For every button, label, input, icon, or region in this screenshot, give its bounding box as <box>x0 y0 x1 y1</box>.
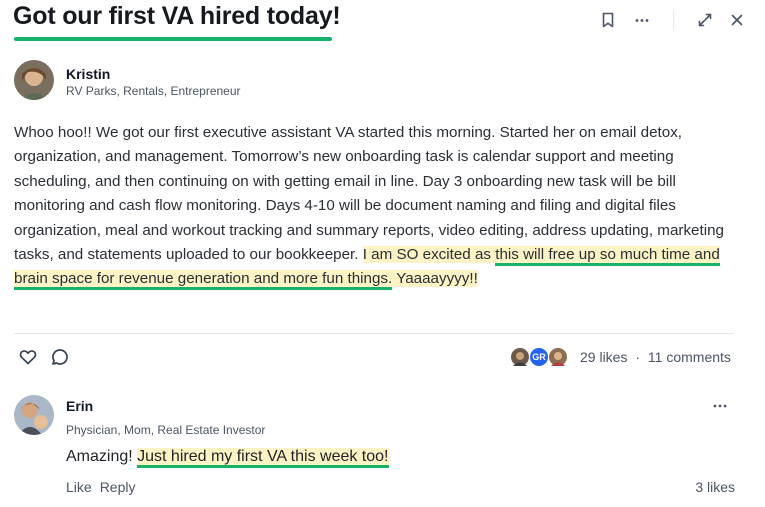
divider <box>14 333 734 334</box>
highlight-text: I am SO excited as <box>362 246 496 264</box>
expand-icon[interactable] <box>696 11 714 29</box>
highlight-text-end: Yaaaayyyy!! <box>392 270 478 288</box>
commenter-name[interactable]: Erin <box>66 398 93 414</box>
comment-text: Amazing! Just hired my first VA this wee… <box>66 448 389 468</box>
post-body: Whoo hoo!! We got our first executive as… <box>14 121 734 292</box>
liker-avatar <box>510 347 530 367</box>
like-button[interactable]: Like <box>66 479 92 495</box>
commenter-avatar[interactable] <box>14 395 54 435</box>
comment-text-plain: Amazing! <box>66 448 138 465</box>
author-name[interactable]: Kristin <box>66 66 110 82</box>
comment-actions: Like Reply <box>66 479 143 495</box>
liker-avatar-initials: GR <box>529 347 549 367</box>
liker-avatar <box>548 347 568 367</box>
more-icon[interactable] <box>633 11 651 29</box>
post-stats: 29 likes · 11 comments <box>580 349 731 365</box>
heart-icon[interactable] <box>18 347 38 367</box>
comment-highlight-text: Just hired my first VA this week too! <box>137 448 389 468</box>
post-title: Got our first VA hired today! <box>13 2 341 30</box>
commenter-subtitle: Physician, Mom, Real Estate Investor <box>66 423 266 437</box>
comments-count-link[interactable]: 11 comments <box>648 349 731 365</box>
comment-more-icon[interactable] <box>711 397 729 415</box>
title-underline <box>14 37 332 41</box>
post-body-text: Whoo hoo!! We got our first executive as… <box>14 124 724 264</box>
bookmark-icon[interactable] <box>599 11 617 29</box>
comment-likes-count[interactable]: 3 likes <box>695 479 735 495</box>
header-divider <box>673 9 674 31</box>
reply-button[interactable]: Reply <box>100 479 136 495</box>
close-icon[interactable] <box>728 11 746 29</box>
comment-icon[interactable] <box>50 347 70 367</box>
likes-count-link[interactable]: 29 likes <box>580 349 627 365</box>
author-subtitle: RV Parks, Rentals, Entrepreneur <box>66 84 241 98</box>
avatar[interactable] <box>14 60 54 100</box>
stats-separator: · <box>635 349 641 365</box>
likers-avatars[interactable]: GR <box>510 347 572 367</box>
